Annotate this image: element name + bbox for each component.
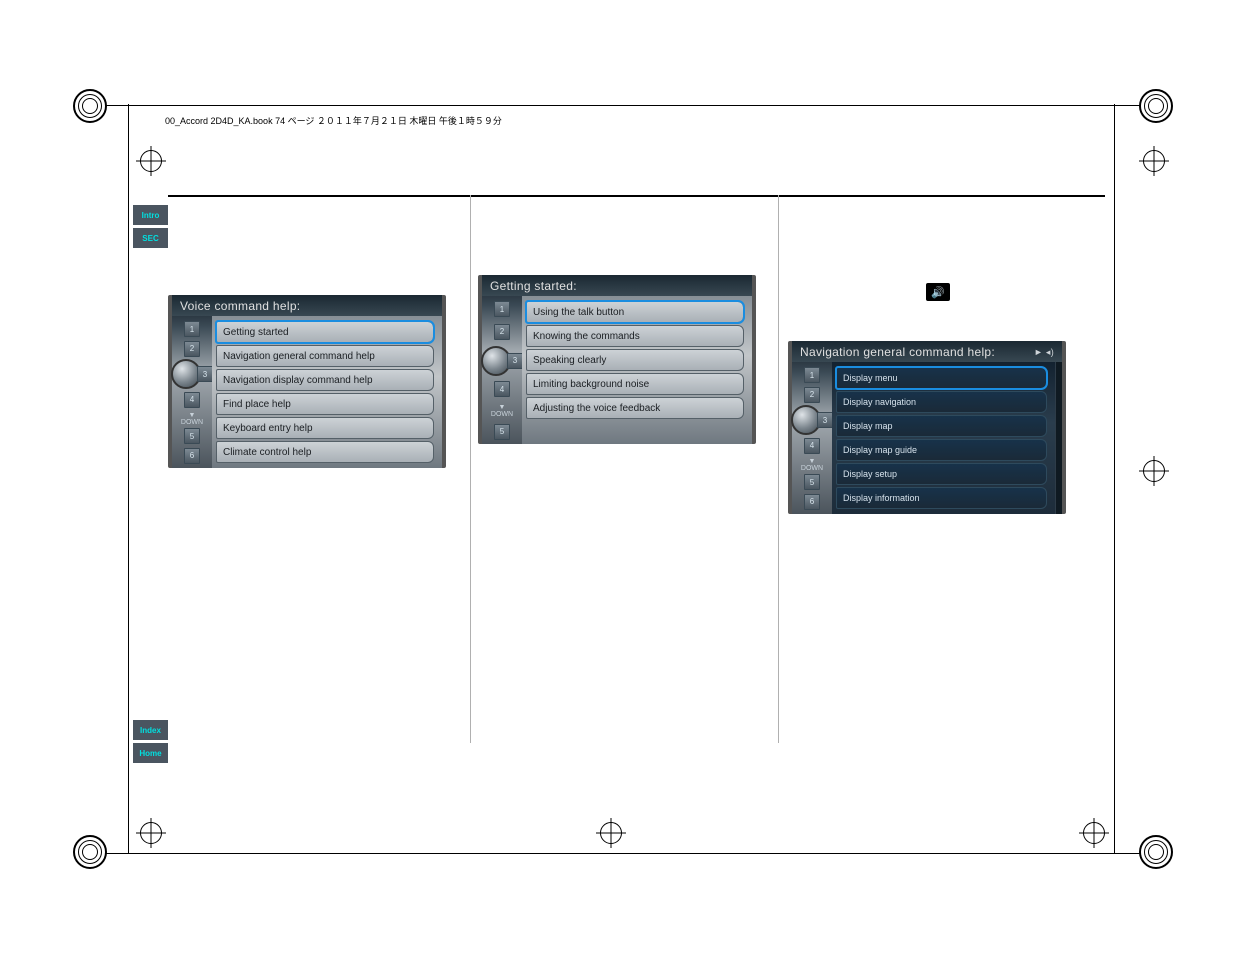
row-num-2: 2 xyxy=(494,324,510,340)
column-divider-1 xyxy=(470,195,471,743)
row-num-3: 3 xyxy=(817,412,833,428)
panel-title-text: Navigation general command help: xyxy=(800,345,995,359)
list-item[interactable]: Climate control help xyxy=(216,441,434,463)
row-num-5: 5 xyxy=(184,428,200,444)
play-icon: ► xyxy=(1034,347,1043,357)
reg-mark-top-right xyxy=(1143,150,1165,172)
panel-title: Getting started: xyxy=(482,275,752,296)
row-num-1: 1 xyxy=(184,321,200,337)
list-item[interactable]: Adjusting the voice feedback xyxy=(526,397,744,419)
column-3: 🔊 Navigation general command help: ► ◂) … xyxy=(788,195,1088,755)
tab-intro[interactable]: Intro xyxy=(133,205,168,225)
list-item[interactable]: Display navigation xyxy=(836,391,1047,413)
sound-icon: ◂) xyxy=(1046,347,1054,357)
items-list: Getting started Navigation general comma… xyxy=(212,316,442,468)
row-num-6: 6 xyxy=(184,448,200,464)
side-tabs-bottom: Index Home xyxy=(133,720,168,766)
speaker-icon: 🔊 xyxy=(926,283,950,301)
list-item[interactable]: Knowing the commands xyxy=(526,325,744,347)
column-2: Getting started: 1 2 3 4 ▼DOWN 5 Using t… xyxy=(478,195,778,755)
crop-line-bottom xyxy=(105,853,1140,854)
knob-column: 1 2 3 4 ▼DOWN 5 6 xyxy=(792,362,832,514)
reg-mark-bottom-center xyxy=(600,822,622,844)
row-num-1: 1 xyxy=(804,367,820,383)
panel-title: Voice command help: xyxy=(172,295,442,316)
row-num-3: 3 xyxy=(197,366,213,382)
list-item[interactable]: Limiting background noise xyxy=(526,373,744,395)
down-arrow-icon[interactable]: ▼DOWN xyxy=(801,458,823,472)
crop-mark-top-left xyxy=(73,89,143,159)
tab-home[interactable]: Home xyxy=(133,743,168,763)
reg-mark-bottom-left xyxy=(140,822,162,844)
crop-line-left xyxy=(128,104,129,854)
list-item[interactable]: Speaking clearly xyxy=(526,349,744,371)
title-icons: ► ◂) xyxy=(1034,347,1054,358)
items-list: Using the talk button Knowing the comman… xyxy=(522,296,752,444)
panel-title-text: Getting started: xyxy=(490,279,577,293)
row-num-1: 1 xyxy=(494,301,510,317)
row-num-5: 5 xyxy=(494,424,510,440)
down-arrow-icon[interactable]: ▼DOWN xyxy=(181,412,203,426)
down-arrow-icon[interactable]: ▼DOWN xyxy=(491,404,513,418)
page-root: 00_Accord 2D4D_KA.book 74 ページ ２０１１年７月２１日… xyxy=(0,0,1235,954)
crop-line-top xyxy=(105,105,1140,106)
list-item[interactable]: Display map xyxy=(836,415,1047,437)
running-header: 00_Accord 2D4D_KA.book 74 ページ ２０１１年７月２１日… xyxy=(165,114,502,127)
list-item[interactable]: Keyboard entry help xyxy=(216,417,434,439)
speaker-indicator: 🔊 xyxy=(788,283,1088,301)
list-item[interactable]: Using the talk button xyxy=(526,301,744,323)
panel-title: Navigation general command help: ► ◂) xyxy=(792,341,1062,362)
crop-mark-bottom-left xyxy=(73,799,143,869)
row-num-4: 4 xyxy=(494,381,510,397)
panel-navigation-general: Navigation general command help: ► ◂) 1 … xyxy=(788,341,1066,514)
list-item[interactable]: Navigation general command help xyxy=(216,345,434,367)
list-item[interactable]: Display information xyxy=(836,487,1047,509)
knob-column: 1 2 3 4 ▼DOWN 5 xyxy=(482,296,522,444)
panel-getting-started: Getting started: 1 2 3 4 ▼DOWN 5 Using t… xyxy=(478,275,756,444)
column-1: Voice command help: 1 2 3 4 ▼DOWN 5 6 Ge… xyxy=(168,195,468,755)
list-item[interactable]: Display menu xyxy=(836,367,1047,389)
content-area: Voice command help: 1 2 3 4 ▼DOWN 5 6 Ge… xyxy=(168,195,1105,755)
knob-column: 1 2 3 4 ▼DOWN 5 6 xyxy=(172,316,212,468)
tab-sec[interactable]: SEC xyxy=(133,228,168,248)
scrollbar[interactable] xyxy=(1055,362,1062,514)
list-item[interactable]: Navigation display command help xyxy=(216,369,434,391)
items-list: Display menu Display navigation Display … xyxy=(832,362,1055,514)
row-num-4: 4 xyxy=(804,438,820,454)
list-item[interactable]: Display setup xyxy=(836,463,1047,485)
row-num-5: 5 xyxy=(804,474,820,490)
panel-voice-command-help: Voice command help: 1 2 3 4 ▼DOWN 5 6 Ge… xyxy=(168,295,446,468)
reg-mark-top-left xyxy=(140,150,162,172)
list-item[interactable]: Getting started xyxy=(216,321,434,343)
reg-mark-bottom-right xyxy=(1083,822,1105,844)
tab-index[interactable]: Index xyxy=(133,720,168,740)
row-num-4: 4 xyxy=(184,392,200,408)
row-num-6: 6 xyxy=(804,494,820,510)
row-num-2: 2 xyxy=(804,387,820,403)
row-num-3: 3 xyxy=(507,353,523,369)
reg-mark-mid-right xyxy=(1143,460,1165,482)
side-tabs-top: Intro SEC xyxy=(133,205,168,251)
panel-title-text: Voice command help: xyxy=(180,299,300,313)
row-num-2: 2 xyxy=(184,341,200,357)
column-divider-2 xyxy=(778,195,779,743)
crop-line-right xyxy=(1114,104,1115,854)
list-item[interactable]: Find place help xyxy=(216,393,434,415)
list-item[interactable]: Display map guide xyxy=(836,439,1047,461)
